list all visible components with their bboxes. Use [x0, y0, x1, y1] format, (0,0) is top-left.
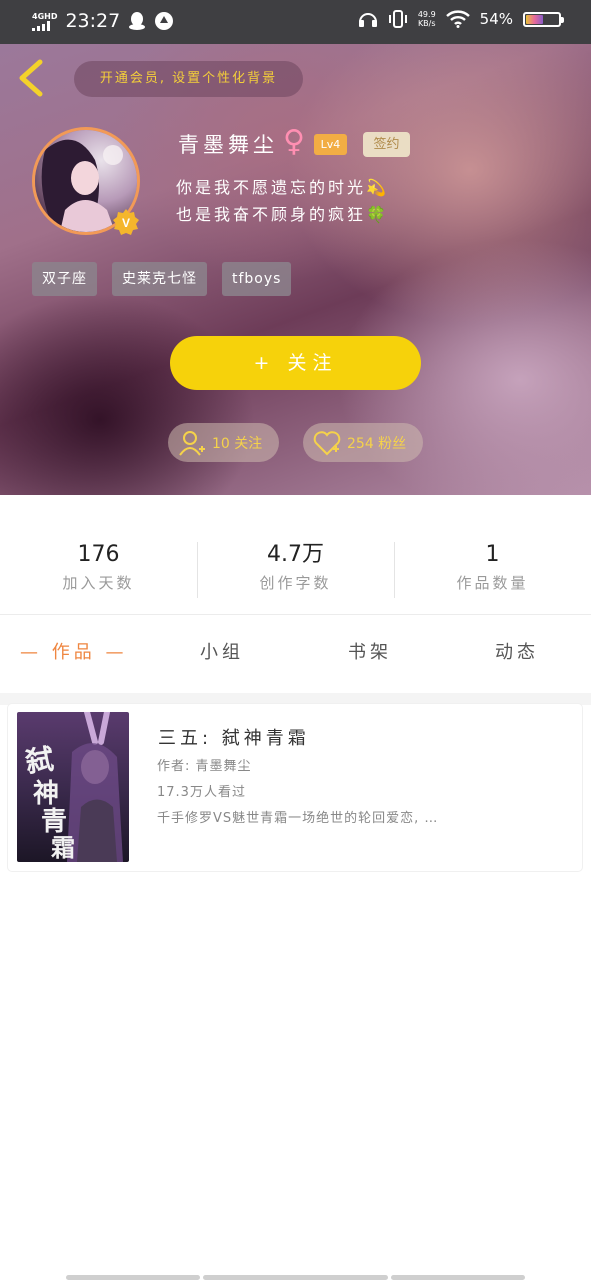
- vip-background-prompt[interactable]: 开通会员, 设置个性化背景: [74, 61, 303, 97]
- battery-icon: [523, 11, 564, 27]
- tag-item[interactable]: tfboys: [222, 262, 292, 296]
- stat-value: 4.7万: [267, 542, 324, 567]
- tab-groups[interactable]: 小组: [200, 630, 244, 676]
- clock: 23:27: [65, 10, 121, 32]
- cover-title-1: 弑: [22, 742, 55, 779]
- level-badge: Lv4: [314, 134, 347, 155]
- book-cover-image: 弑 神 青 霜: [17, 712, 129, 862]
- signal-bars-icon: [32, 20, 50, 31]
- app-notification-icon: [155, 12, 174, 30]
- nav-bar-segment: [66, 1275, 200, 1280]
- following-label: 10 关注: [212, 435, 263, 452]
- cover-title-4: 霜: [51, 833, 75, 862]
- following-count-button[interactable]: 10 关注: [168, 423, 279, 462]
- tab-bar: — 作品 — 小组 书架 动态: [0, 630, 591, 676]
- bio-line-2: 也是我奋不顾身的疯狂🍀: [176, 205, 389, 224]
- stat-value: 176: [77, 542, 120, 567]
- stats-row: 176 加入天数 4.7万 创作字数 1 作品数量: [0, 540, 591, 600]
- heart-icon: [313, 430, 341, 455]
- bio-line-1: 你是我不愿遗忘的时光💫: [176, 178, 389, 197]
- tag-item[interactable]: 史莱克七怪: [112, 262, 207, 296]
- divider: [0, 614, 591, 615]
- stat-works-count: 1 作品数量: [394, 540, 591, 600]
- vibrate-icon: [388, 10, 407, 28]
- tab-activity[interactable]: 动态: [495, 630, 539, 676]
- stat-days-joined: 176 加入天数: [0, 540, 197, 600]
- work-views: 17.3万人看过: [157, 785, 246, 800]
- tag-item[interactable]: 双子座: [32, 262, 97, 296]
- stat-words-written: 4.7万 创作字数: [197, 540, 394, 600]
- followers-label: 254 粉丝: [347, 435, 407, 452]
- stat-label: 作品数量: [456, 574, 529, 592]
- tab-works[interactable]: — 作品 —: [20, 630, 127, 676]
- follow-button[interactable]: + 关注: [170, 336, 421, 390]
- stat-label: 创作字数: [259, 574, 332, 592]
- speed-value: 49.9: [417, 10, 436, 19]
- vip-v-badge-icon: V: [113, 209, 139, 235]
- female-icon: ♀: [283, 124, 305, 159]
- work-title[interactable]: 三五: 弑神青霜: [158, 724, 310, 750]
- tab-bookshelf[interactable]: 书架: [348, 630, 392, 676]
- signed-badge: 签约: [363, 132, 410, 157]
- back-arrow-icon[interactable]: [14, 58, 50, 98]
- vip-badge-letter: V: [122, 216, 130, 230]
- tag-list: 双子座 史莱克七怪 tfboys: [32, 262, 292, 296]
- followers-count-button[interactable]: 254 粉丝: [303, 423, 423, 462]
- network-speed: 49.9 KB/s: [418, 10, 436, 28]
- battery-percent: 54%: [479, 10, 513, 28]
- work-summary: 千手修罗VS魅世青霜一场绝世的轮回爱恋, …: [157, 811, 439, 826]
- work-card[interactable]: 弑 神 青 霜 三五: 弑神青霜 作者: 青墨舞尘 17.3万人看过 千手修罗V…: [8, 704, 582, 871]
- work-author: 作者: 青墨舞尘: [157, 759, 252, 774]
- stat-value: 1: [485, 542, 500, 567]
- speed-unit: KB/s: [417, 19, 436, 28]
- wifi-icon: [445, 10, 470, 28]
- qq-icon: [129, 12, 146, 30]
- status-bar: 4GHD 23:27 49.9 KB/s 54%: [0, 0, 591, 44]
- user-add-icon: [179, 430, 205, 456]
- network-type: 4GHD: [32, 11, 58, 21]
- battery-level-fill: [526, 14, 544, 24]
- book-cover[interactable]: 弑 神 青 霜: [17, 712, 129, 862]
- username: 青墨舞尘: [178, 133, 278, 157]
- signal-indicator: 4GHD: [32, 12, 57, 31]
- nav-bar-segment: [391, 1275, 525, 1280]
- home-indicator[interactable]: [203, 1275, 388, 1280]
- cover-title-2: 神: [33, 779, 59, 809]
- headphones-icon: [358, 13, 377, 27]
- stat-label: 加入天数: [62, 574, 135, 592]
- profile-header: 4GHD 23:27 49.9 KB/s 54% 开通会员, 设置个性化背景 V…: [0, 0, 591, 495]
